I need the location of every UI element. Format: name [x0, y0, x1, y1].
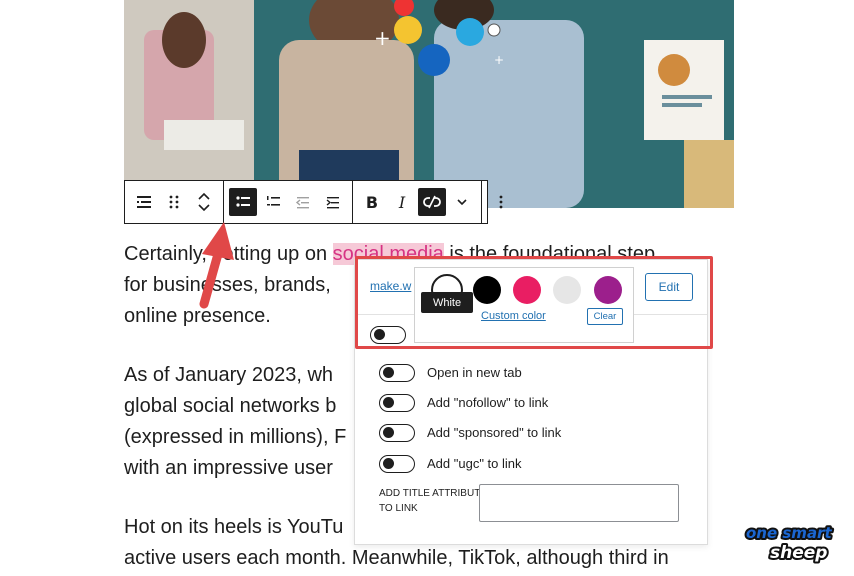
title-attribute-label: ADD TITLE ATTRIBUTE TO LINK: [379, 488, 487, 514]
italic-icon: I: [398, 192, 406, 212]
open-new-tab-toggle[interactable]: [379, 364, 415, 382]
drag-handle-button[interactable]: [160, 188, 188, 216]
red-highlight-box: [355, 256, 713, 349]
red-arrow-annotation: [199, 222, 234, 309]
nofollow-toggle[interactable]: [379, 394, 415, 412]
indent-button[interactable]: [319, 188, 347, 216]
svg-text:+: +: [494, 53, 504, 67]
indent-icon: [326, 197, 339, 209]
outdent-icon: [295, 197, 309, 209]
paragraph-line: active users each month. Meanwhile, TikT…: [124, 547, 669, 569]
options-button[interactable]: [487, 188, 515, 216]
logo-line-2-fill: sheep: [770, 543, 827, 563]
sponsored-label: Add "sponsored" to link: [427, 425, 562, 440]
ugc-label: Add "ugc" to link: [427, 456, 522, 471]
toolbar-group-format: B I: [353, 181, 482, 223]
more-rich-text-button[interactable]: [448, 188, 476, 216]
hero-image: + +: [124, 0, 734, 208]
sponsored-toggle[interactable]: [379, 424, 415, 442]
bullet-list-icon: [236, 196, 250, 207]
drag-handle-icon: [169, 195, 179, 209]
bold-button[interactable]: B: [358, 188, 386, 216]
office-photo: + +: [124, 0, 734, 208]
block-toolbar: B I: [124, 180, 503, 224]
numbered-list-icon: [267, 196, 280, 206]
list-view-button[interactable]: [130, 188, 158, 216]
unlink-icon: [423, 195, 441, 209]
ordered-list-button[interactable]: [259, 188, 287, 216]
outdent-button[interactable]: [289, 188, 317, 216]
bold-icon: B: [365, 192, 379, 212]
italic-button[interactable]: I: [388, 188, 416, 216]
logo-line-1-fill: one smart: [746, 524, 832, 542]
unlink-button[interactable]: [418, 188, 446, 216]
ugc-toggle[interactable]: [379, 455, 415, 473]
move-up-down-button[interactable]: [190, 188, 218, 216]
nofollow-label: Add "nofollow" to link: [427, 395, 549, 410]
vertical-ellipsis-icon: [499, 195, 503, 209]
unordered-list-button[interactable]: [229, 188, 257, 216]
one-smart-sheep-logo: one smart one smart sheep sheep: [744, 522, 834, 564]
chevron-up-down-icon: [198, 192, 210, 212]
title-attribute-input[interactable]: [479, 484, 679, 522]
svg-text:+: +: [374, 26, 391, 50]
open-new-tab-label: Open in new tab: [427, 365, 522, 380]
list-view-icon: [137, 196, 151, 208]
chevron-down-icon: [457, 199, 467, 206]
toolbar-group-options: [482, 181, 520, 223]
